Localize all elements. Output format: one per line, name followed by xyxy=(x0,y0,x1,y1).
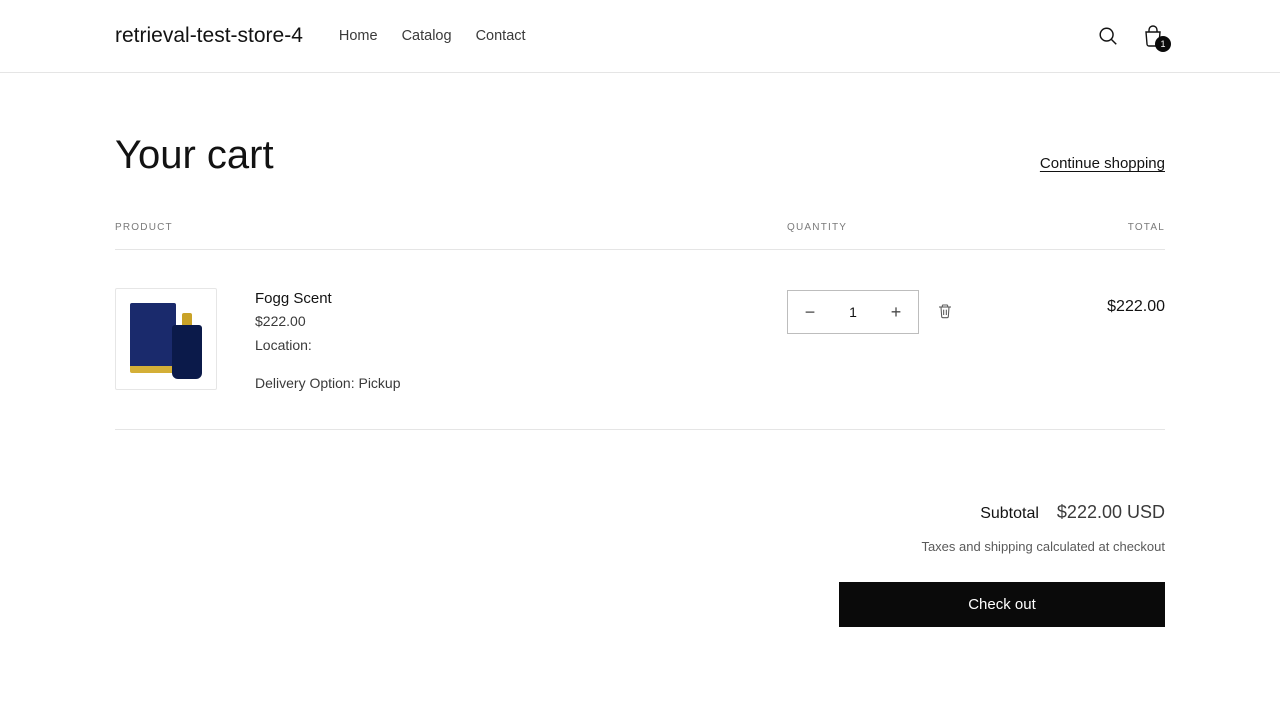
product-name[interactable]: Fogg Scent xyxy=(255,290,401,307)
store-name[interactable]: retrieval-test-store-4 xyxy=(115,24,303,48)
col-header-total: TOTAL xyxy=(1007,222,1165,233)
nav-catalog[interactable]: Catalog xyxy=(402,28,452,44)
header-actions: 1 xyxy=(1097,24,1165,48)
quantity-cell: − 1 + xyxy=(787,288,1007,391)
search-icon xyxy=(1097,25,1119,47)
remove-item-button[interactable] xyxy=(937,290,953,323)
subtotal-label: Subtotal xyxy=(980,505,1039,523)
cart-page: Your cart Continue shopping PRODUCT QUAN… xyxy=(0,73,1280,627)
product-cell: Fogg Scent $222.00 Location: Delivery Op… xyxy=(115,288,787,391)
product-thumbnail[interactable] xyxy=(115,288,217,390)
subtotal-amount: $222.00 USD xyxy=(1057,502,1165,523)
nav-home[interactable]: Home xyxy=(339,28,378,44)
checkout-button[interactable]: Check out xyxy=(839,582,1165,627)
quantity-increase-button[interactable]: + xyxy=(874,291,918,333)
quantity-stepper: − 1 + xyxy=(787,290,919,334)
quantity-decrease-button[interactable]: − xyxy=(788,291,832,333)
quantity-value[interactable]: 1 xyxy=(832,291,874,333)
continue-shopping-link[interactable]: Continue shopping xyxy=(1040,155,1165,172)
trash-icon xyxy=(937,302,953,320)
cart-button[interactable]: 1 xyxy=(1141,24,1165,48)
product-delivery-option: Delivery Option: Pickup xyxy=(255,375,401,391)
col-header-product: PRODUCT xyxy=(115,222,787,233)
product-info: Fogg Scent $222.00 Location: Delivery Op… xyxy=(255,288,401,391)
cart-count-badge: 1 xyxy=(1155,36,1171,52)
page-title: Your cart xyxy=(115,133,274,178)
col-header-quantity: QUANTITY xyxy=(787,222,1007,233)
cart-table-header: PRODUCT QUANTITY TOTAL xyxy=(115,222,1165,250)
product-location: Location: xyxy=(255,337,401,353)
product-image-box xyxy=(130,303,176,373)
primary-nav: Home Catalog Contact xyxy=(339,28,1097,44)
cart-header-row: Your cart Continue shopping xyxy=(115,133,1165,178)
search-button[interactable] xyxy=(1097,25,1119,47)
product-image-bottle xyxy=(172,325,202,379)
site-header: retrieval-test-store-4 Home Catalog Cont… xyxy=(0,0,1280,73)
nav-contact[interactable]: Contact xyxy=(476,28,526,44)
tax-shipping-note: Taxes and shipping calculated at checkou… xyxy=(921,539,1165,554)
subtotal-row: Subtotal $222.00 USD xyxy=(980,502,1165,523)
cart-summary: Subtotal $222.00 USD Taxes and shipping … xyxy=(115,502,1165,627)
product-unit-price: $222.00 xyxy=(255,313,401,329)
line-total: $222.00 xyxy=(1007,288,1165,391)
cart-line-item: Fogg Scent $222.00 Location: Delivery Op… xyxy=(115,250,1165,430)
